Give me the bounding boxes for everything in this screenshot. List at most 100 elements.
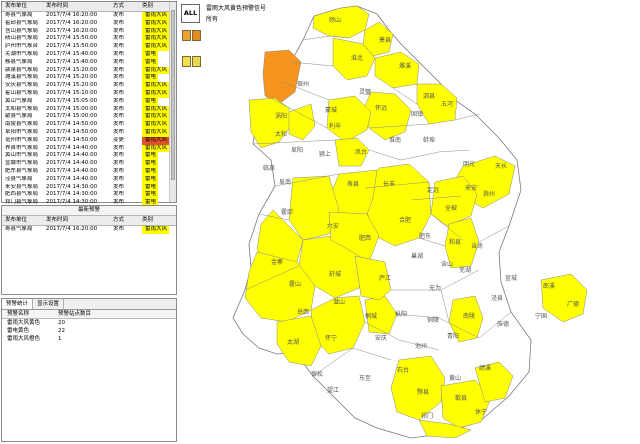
county-label: 巢湖	[411, 252, 423, 260]
warning-row[interactable]: 黄山气象局 2017/7/4 15:05:00 发布 雷电	[2, 97, 176, 106]
warning-row[interactable]: 宣城市气象局 2017/7/4 14:40:00 发布 雷电	[2, 160, 176, 168]
latest-warning-panel: 最新预警 发布单位 发布时间 方式 类别 寿县气象局 2017/7/4 16:20…	[1, 205, 177, 295]
warning-cell-mode: 发布	[113, 27, 125, 34]
warning-row[interactable]: 歙县气象局 2017/7/4 15:00:00 发布 雷雨大风	[2, 113, 176, 122]
warning-cell-time: 2017/7/4 15:40:00	[46, 50, 98, 57]
warning-row[interactable]: 安庆县气象局 2017/7/4 15:20:00 发布 雷雨大风	[2, 82, 176, 90]
warning-row[interactable]: 黄山市气象局 2017/7/4 14:40:00 发布 雷电	[2, 152, 176, 161]
warning-row[interactable]: 南陵县气象局 2017/7/4 14:50:00 发布 雷雨大风	[2, 121, 176, 129]
stats-row[interactable]: 雷雨大风黄色 20	[2, 319, 176, 327]
warning-row[interactable]: 含山县气象局 2017/7/4 16:20:00 发布 雷雨大风	[2, 27, 176, 36]
warning-row[interactable]: 肥东县气象局 2017/7/4 14:40:00 发布 雷电	[2, 167, 176, 176]
county-label: 池州	[415, 342, 427, 350]
warning-row[interactable]: 太和县气象局 2017/7/4 15:00:00 发布 雷雨大风	[2, 105, 176, 114]
county-label: 全椒	[445, 204, 457, 212]
latest-type-badge: 雷雨大风	[142, 226, 170, 234]
county-label: 蒙城	[325, 106, 337, 114]
warning-type-badge: 雷雨大风	[142, 19, 170, 28]
warning-row[interactable]: 肥西县气象局 2017/7/4 14:30:00 发布 雷电	[2, 191, 176, 200]
county-label: 天长	[495, 162, 507, 170]
warning-cell-mode: 发布	[113, 12, 125, 18]
county-region-yellow[interactable]	[540, 273, 588, 323]
stats-col-count[interactable]: 预警站点数目	[53, 310, 118, 318]
county-label: 和县	[449, 238, 461, 246]
province-map[interactable]: 砀山萧县淮北濉溪宿州灵璧泗县涡阳 蒙城利辛 怀远固镇 五河太和阜阳颍上 凤台 淮南 蚌埠明光…	[179, 0, 640, 444]
warning-row[interactable]: 黟县气象局 2017/7/4 15:40:00 发布 雷电	[2, 58, 176, 67]
warning-type-badge: 雷雨大风	[142, 113, 170, 122]
county-label: 砀山	[329, 16, 341, 24]
county-label: 寿县	[347, 180, 359, 188]
col-header-time[interactable]: 发布时间	[43, 2, 110, 11]
county-label: 固镇	[411, 110, 423, 118]
warning-icon-yellow[interactable]	[182, 56, 191, 67]
stats-row[interactable]: 雷雨大风橙色 1	[2, 335, 176, 343]
warning-row[interactable]: 泾县气象局 2017/7/4 14:40:00 发布 雷电	[2, 175, 176, 184]
county-label: 黄山	[449, 374, 461, 382]
warning-cell-unit: 黟县气象局	[5, 58, 33, 65]
col-header-mode[interactable]: 方式	[110, 2, 139, 11]
latest-col-type[interactable]: 类别	[139, 216, 174, 225]
county-label: 临泉	[263, 164, 275, 172]
warning-row[interactable]: 亳州市气象局 2017/7/4 14:50:00 变更 雷雨大风	[2, 136, 176, 145]
latest-col-unit[interactable]: 发布单位	[2, 216, 43, 225]
warning-cell-mode: 发布	[113, 50, 125, 57]
warning-cell-time: 2017/7/4 16:20:00	[46, 27, 98, 34]
warning-cell-unit: 肥西县气象局	[5, 191, 39, 198]
warning-type-badge: 雷电	[142, 74, 159, 83]
warning-cell-unit: 歙县气象局	[5, 113, 33, 120]
warning-cell-unit: 霍山县气象局	[5, 89, 39, 96]
warning-row[interactable]: 庐州市气象台 2017/7/4 15:50:00 发布 雷雨大风	[2, 43, 176, 51]
warning-list-scrollbar[interactable]	[169, 2, 176, 202]
all-button[interactable]: ALL	[181, 4, 200, 23]
latest-cell-type: 雷雨大风	[139, 226, 174, 234]
tab-warning-stats[interactable]: 预警统计	[2, 299, 34, 309]
warning-cell-time: 2017/7/4 14:30:00	[46, 191, 98, 198]
tab-display-settings[interactable]: 显示设置	[33, 299, 65, 309]
warning-cell-unit: 肥东县气象局	[5, 167, 39, 174]
county-label: 旌德	[497, 320, 509, 328]
stats-cell-name: 雷电黄色	[7, 328, 30, 334]
warning-cell-unit: 宣城市气象局	[5, 160, 39, 167]
warning-type-badge: 雷雨大风	[142, 43, 170, 51]
warning-row[interactable]: 霍邱县气象局 2017/7/4 16:20:00 发布 雷雨大风	[2, 19, 176, 28]
warning-row[interactable]: 来安县气象局 2017/7/4 14:30:00 发布 雷电	[2, 183, 176, 192]
county-label: 桐城	[365, 312, 377, 320]
scrollbar-thumb[interactable]	[171, 10, 175, 180]
warning-icon-yellow-alt[interactable]	[192, 56, 201, 67]
warning-row[interactable]: 界首市气象局 2017/7/4 14:40:00 发布 雷雨大风	[2, 144, 176, 153]
county-label: 滁州	[483, 190, 495, 198]
county-label: 淮南	[389, 136, 401, 144]
warning-cell-unit: 霍邱县气象局	[5, 19, 39, 26]
warning-cell-time: 2017/7/4 15:50:00	[46, 35, 98, 42]
warning-row[interactable]: 濉溪县气象局 2017/7/4 15:20:00 发布 雷电	[2, 74, 176, 83]
warning-row[interactable]: 寿县气象局 2017/7/4 16:20:00 发布 雷雨大风	[2, 12, 176, 20]
col-header-unit[interactable]: 发布单位	[2, 2, 43, 11]
county-label: 南陵	[463, 312, 475, 320]
warning-row[interactable]: 砀山县气象局 2017/7/4 15:50:00 发布 雷雨大风	[2, 35, 176, 44]
warning-cell-mode: 发布	[113, 66, 125, 73]
warning-row[interactable]: 霍山县气象局 2017/7/4 15:10:00 发布 雷雨大风	[2, 89, 176, 98]
warning-row[interactable]: 阜阳市气象局 2017/7/4 14:50:00 发布 雷雨大风	[2, 128, 176, 137]
county-label: 涡阳	[275, 112, 287, 120]
latest-cell-time: 2017/7/4 16:20:00	[46, 226, 98, 232]
county-label: 潜山	[333, 298, 345, 306]
warning-cell-unit: 颍泉县气象局	[5, 66, 39, 73]
warning-icon-orange[interactable]	[182, 30, 191, 41]
warning-icon-orange-alt[interactable]	[192, 30, 201, 41]
warning-cell-mode: 发布	[113, 82, 125, 89]
latest-col-mode[interactable]: 方式	[110, 216, 139, 225]
warning-row[interactable]: 芜湖市气象局 2017/7/4 15:40:00 发布 雷电	[2, 50, 176, 59]
warning-cell-time: 2017/7/4 14:40:00	[46, 175, 98, 182]
warning-row[interactable]: 颍泉县气象局 2017/7/4 15:20:00 发布 雷雨大风	[2, 66, 176, 75]
warning-cell-mode: 发布	[113, 183, 125, 190]
stats-row[interactable]: 雷电黄色 22	[2, 327, 176, 335]
warning-type-badge: 雷电	[142, 175, 159, 184]
latest-col-time[interactable]: 发布时间	[43, 216, 110, 225]
latest-row[interactable]: 寿县气象局 2017/7/4 16:20:00 发布 雷雨大风	[2, 226, 176, 234]
warning-cell-mode: 发布	[113, 128, 125, 135]
stats-col-name[interactable]: 预警名称	[2, 310, 53, 318]
county-label: 望江	[327, 386, 339, 394]
county-label: 休宁	[475, 408, 487, 416]
legend-subtitle: 所有	[206, 16, 219, 23]
warning-cell-time: 2017/7/4 14:40:00	[46, 167, 98, 174]
